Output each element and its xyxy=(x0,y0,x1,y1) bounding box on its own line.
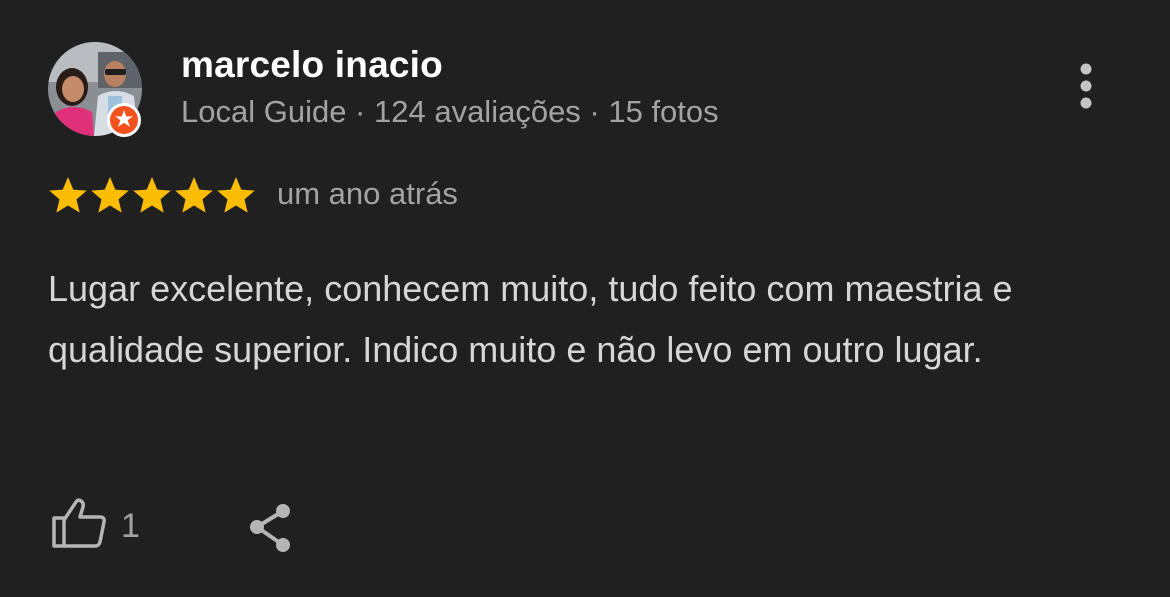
star-icon xyxy=(91,177,129,213)
review-card: marcelo inacio Local Guide · 124 avaliaç… xyxy=(0,0,1170,597)
like-count: 1 xyxy=(121,507,140,545)
thumbs-up-icon xyxy=(52,498,106,548)
author-meta: Local Guide · 124 avaliações · 15 fotos xyxy=(181,94,719,129)
star-icon xyxy=(175,177,213,213)
author-name[interactable]: marcelo inacio xyxy=(181,44,443,86)
star-icon xyxy=(49,177,87,213)
star-rating xyxy=(47,175,257,215)
more-vert-icon xyxy=(1080,63,1092,109)
share-button[interactable] xyxy=(244,500,296,556)
star-icon xyxy=(217,177,255,213)
share-icon xyxy=(250,504,290,552)
avatar[interactable] xyxy=(48,42,142,138)
local-guide-badge-icon xyxy=(106,102,142,138)
like-button[interactable] xyxy=(50,496,110,552)
review-date: um ano atrás xyxy=(277,176,458,211)
review-text: Lugar excelente, conhecem muito, tudo fe… xyxy=(48,268,1013,370)
more-options-button[interactable] xyxy=(1062,58,1110,120)
star-icon xyxy=(133,177,171,213)
